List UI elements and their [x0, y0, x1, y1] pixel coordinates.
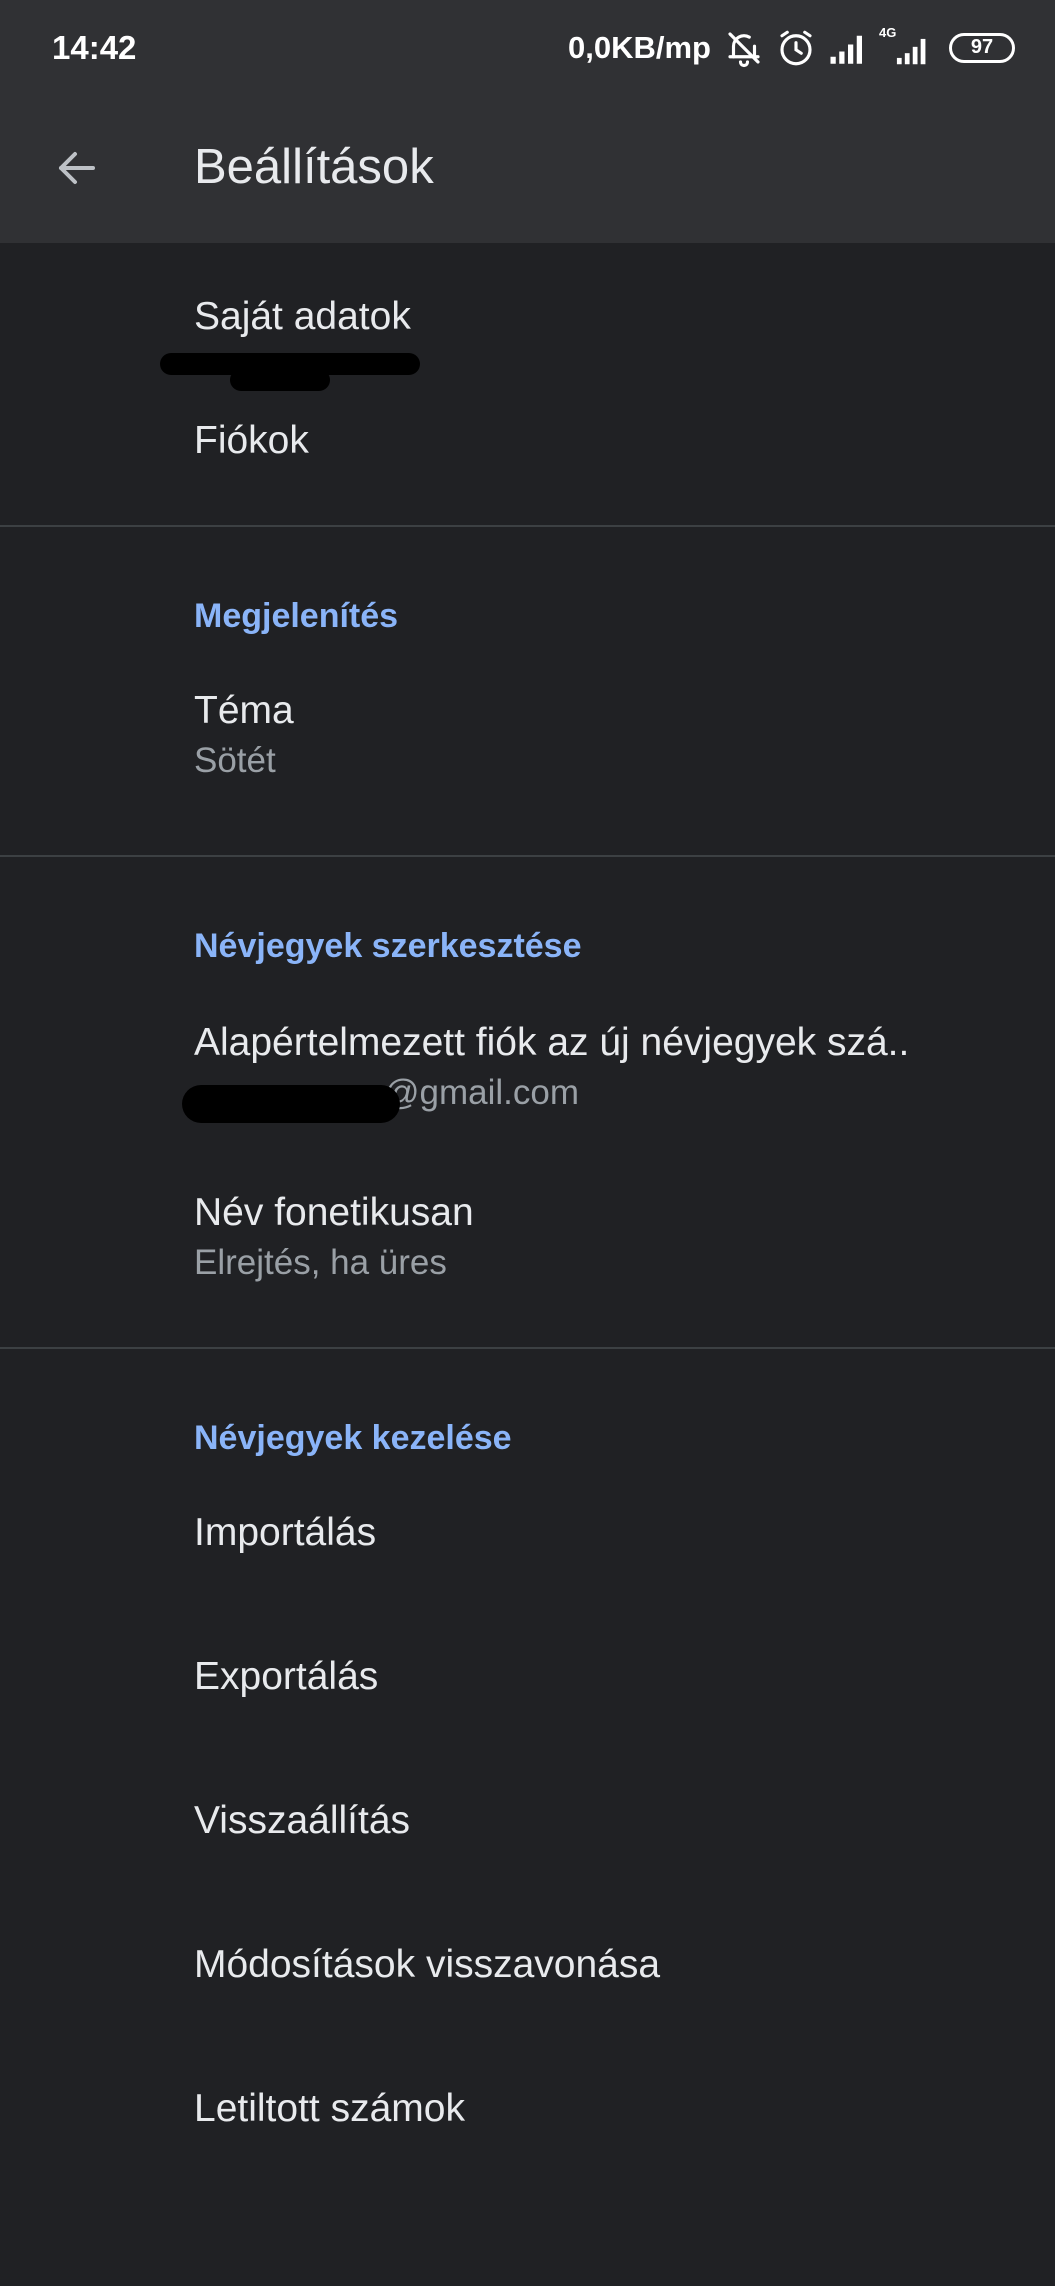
status-time: 14:42: [52, 28, 137, 66]
blocked-numbers-label: Letiltott számok: [194, 2087, 465, 2130]
import-item[interactable]: Importálás: [0, 1487, 1055, 1631]
undo-changes-label: Módosítások visszavonása: [194, 1943, 661, 1986]
phonetic-name-value: Elrejtés, ha üres: [194, 1243, 447, 1282]
battery-icon: 97: [949, 32, 1015, 63]
page-title: Beállítások: [194, 140, 434, 194]
signal-4g-icon: 4G: [879, 25, 933, 69]
phonetic-name-label: Név fonetikusan: [194, 1191, 474, 1234]
app-bar: Beállítások: [0, 95, 1055, 243]
network-speed: 0,0KB/mp: [568, 29, 711, 65]
default-account-item[interactable]: Alapértelmezett fiók az új névjegyek szá…: [0, 997, 1055, 1187]
restore-label: Visszaállítás: [194, 1799, 411, 1842]
back-button[interactable]: [44, 135, 110, 201]
my-info-label: Saját adatok: [194, 295, 411, 338]
accounts-item[interactable]: Fiókok: [0, 375, 1055, 525]
status-bar: 14:42 0,0KB/mp 4G 97: [0, 0, 1055, 95]
section-header-display: Megjelenítés: [194, 597, 399, 635]
settings-list: Saját adatok Fiókok Megjelenítés Téma Sö…: [0, 243, 1055, 2183]
import-label: Importálás: [194, 1511, 377, 1554]
alarm-icon: [775, 27, 817, 69]
battery-level: 97: [970, 36, 994, 58]
phonetic-name-item[interactable]: Név fonetikusan Elrejtés, ha üres: [0, 1187, 1055, 1347]
accounts-label: Fiókok: [194, 419, 309, 462]
bell-off-icon: [723, 27, 765, 69]
arrow-back-icon: [59, 152, 95, 184]
default-account-label: Alapértelmezett fiók az új névjegyek szá…: [194, 1021, 910, 1064]
export-label: Exportálás: [194, 1655, 379, 1698]
theme-value: Sötét: [194, 741, 276, 780]
theme-item[interactable]: Téma Sötét: [0, 665, 1055, 855]
signal-icon: [827, 27, 869, 69]
section-header-manage-contacts: Névjegyek kezelése: [194, 1419, 512, 1457]
undo-changes-item[interactable]: Módosítások visszavonása: [0, 1919, 1055, 2063]
theme-label: Téma: [194, 689, 294, 732]
redacted-email: [182, 1085, 400, 1123]
blocked-numbers-item[interactable]: Letiltott számok: [0, 2063, 1055, 2183]
my-info-item[interactable]: Saját adatok: [0, 243, 1055, 391]
export-item[interactable]: Exportálás: [0, 1631, 1055, 1775]
status-icons: 0,0KB/mp 4G 97: [568, 25, 1015, 69]
restore-item[interactable]: Visszaállítás: [0, 1775, 1055, 1919]
section-header-edit-contacts: Névjegyek szerkesztése: [194, 927, 582, 965]
